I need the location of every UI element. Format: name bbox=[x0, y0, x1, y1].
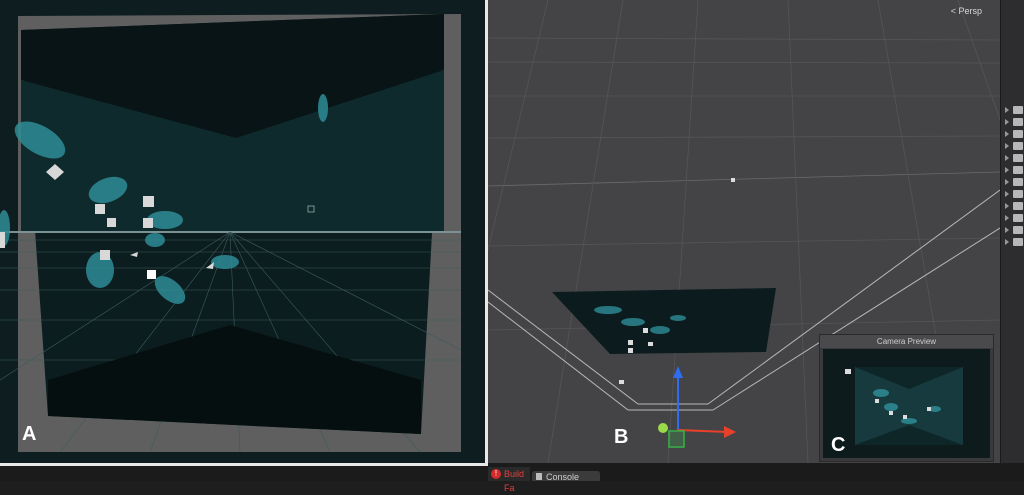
folder-icon bbox=[1013, 130, 1023, 138]
scene-screen-quad bbox=[552, 288, 776, 354]
game-view[interactable]: A bbox=[0, 0, 485, 463]
transform-gizmo bbox=[658, 366, 736, 448]
folder-item[interactable] bbox=[1005, 166, 1023, 175]
folder-item[interactable] bbox=[1005, 202, 1023, 211]
folder-icon bbox=[1013, 106, 1023, 114]
expand-arrow-icon bbox=[1005, 107, 1009, 113]
expand-arrow-icon bbox=[1005, 131, 1009, 137]
folder-item[interactable] bbox=[1005, 106, 1023, 115]
project-folder-strip bbox=[1000, 0, 1024, 463]
tab-console[interactable]: Console bbox=[532, 471, 600, 482]
panel-b-label: B bbox=[614, 426, 629, 448]
console-icon bbox=[536, 473, 542, 480]
folder-item[interactable] bbox=[1005, 154, 1023, 163]
projection-label[interactable]: < Persp bbox=[951, 6, 982, 16]
folder-icon bbox=[1013, 214, 1023, 222]
expand-arrow-icon bbox=[1005, 227, 1009, 233]
expand-arrow-icon bbox=[1005, 239, 1009, 245]
folder-icon bbox=[1013, 166, 1023, 174]
folder-item[interactable] bbox=[1005, 214, 1023, 223]
folder-icon bbox=[1013, 178, 1023, 186]
projection-icon: < bbox=[950, 6, 956, 16]
bottom-divider bbox=[0, 463, 488, 466]
panel-a-label: A bbox=[22, 423, 37, 445]
folder-icon bbox=[1013, 238, 1023, 246]
camera-preview-window[interactable]: Camera Preview C bbox=[819, 334, 994, 462]
expand-arrow-icon bbox=[1005, 167, 1009, 173]
expand-arrow-icon bbox=[1005, 191, 1009, 197]
folder-icon bbox=[1013, 190, 1023, 198]
folder-item[interactable] bbox=[1005, 226, 1023, 235]
expand-arrow-icon bbox=[1005, 119, 1009, 125]
folder-icon bbox=[1013, 202, 1023, 210]
tab-build-failed[interactable]: ! Build Fa bbox=[488, 467, 530, 493]
expand-arrow-icon bbox=[1005, 215, 1009, 221]
folder-item[interactable] bbox=[1005, 130, 1023, 139]
folder-icon bbox=[1013, 118, 1023, 126]
expand-arrow-icon bbox=[1005, 203, 1009, 209]
folder-item[interactable] bbox=[1005, 238, 1023, 247]
camera-preview-title: Camera Preview bbox=[820, 335, 993, 348]
folder-icon bbox=[1013, 154, 1023, 162]
panel-c-label: C bbox=[831, 434, 846, 456]
folder-item[interactable] bbox=[1005, 178, 1023, 187]
folder-item[interactable] bbox=[1005, 142, 1023, 151]
expand-arrow-icon bbox=[1005, 179, 1009, 185]
game-view-render bbox=[0, 14, 462, 453]
expand-arrow-icon bbox=[1005, 155, 1009, 161]
camera-preview-render bbox=[823, 349, 990, 458]
folder-item[interactable] bbox=[1005, 118, 1023, 127]
folder-icon bbox=[1013, 226, 1023, 234]
folder-icon bbox=[1013, 142, 1023, 150]
expand-arrow-icon bbox=[1005, 143, 1009, 149]
error-icon: ! bbox=[491, 469, 501, 479]
folder-item[interactable] bbox=[1005, 190, 1023, 199]
